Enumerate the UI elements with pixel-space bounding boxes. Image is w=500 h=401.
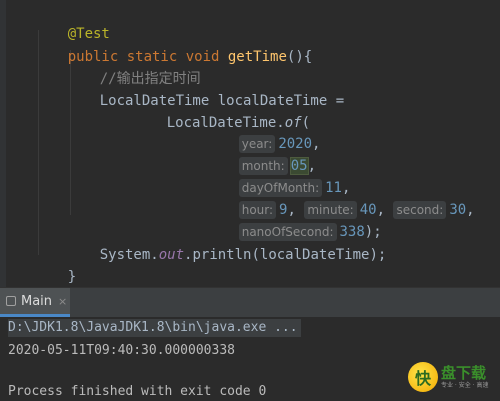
watermark-mark: 快 (408, 362, 438, 392)
watermark-text: 盘下载 专业 · 安全 · 高速 (441, 363, 489, 390)
run-tool-window-header: Main × (0, 287, 500, 317)
watermark-logo: 快 盘下载 专业 · 安全 · 高速 (408, 360, 496, 394)
signature-tail-token: (){ (286, 49, 313, 65)
console-command-line[interactable]: D:\JDK1.8\JavaJDK1.8\bin\java.exe ... (8, 319, 301, 337)
code-editor[interactable]: @Test public static void getTime(){ //输出… (0, 0, 500, 287)
system-token: System. (99, 247, 159, 263)
run-console[interactable]: D:\JDK1.8\JavaJDK1.8\bin\java.exe ... 20… (0, 317, 500, 400)
arg-value-second: 30 (449, 202, 467, 218)
console-output-line: 2020-05-11T09:40:30.000000338 (8, 343, 235, 358)
param-hint-second: second: (393, 201, 447, 219)
method-name-token: getTime (227, 49, 287, 65)
watermark-main-text: 盘下载 (441, 363, 487, 382)
code-line-println: System.out.println(localDateTime); (66, 225, 387, 285)
close-icon[interactable]: × (58, 295, 67, 308)
out-field-token: out (158, 247, 185, 263)
console-exit-message: Process finished with exit code 0 (8, 384, 267, 399)
closing-brace-token: } (67, 269, 77, 285)
run-config-icon (6, 296, 16, 306)
run-tab-main[interactable]: Main × (0, 288, 70, 317)
run-tab-label: Main (21, 293, 53, 309)
code-line-closing-brace: } (34, 247, 76, 287)
println-token: .println(localDateTime); (184, 247, 387, 263)
watermark-sub-text: 专业 · 安全 · 高速 (441, 381, 489, 389)
arg-separator: , (466, 202, 475, 218)
editor-gutter (0, 0, 6, 287)
